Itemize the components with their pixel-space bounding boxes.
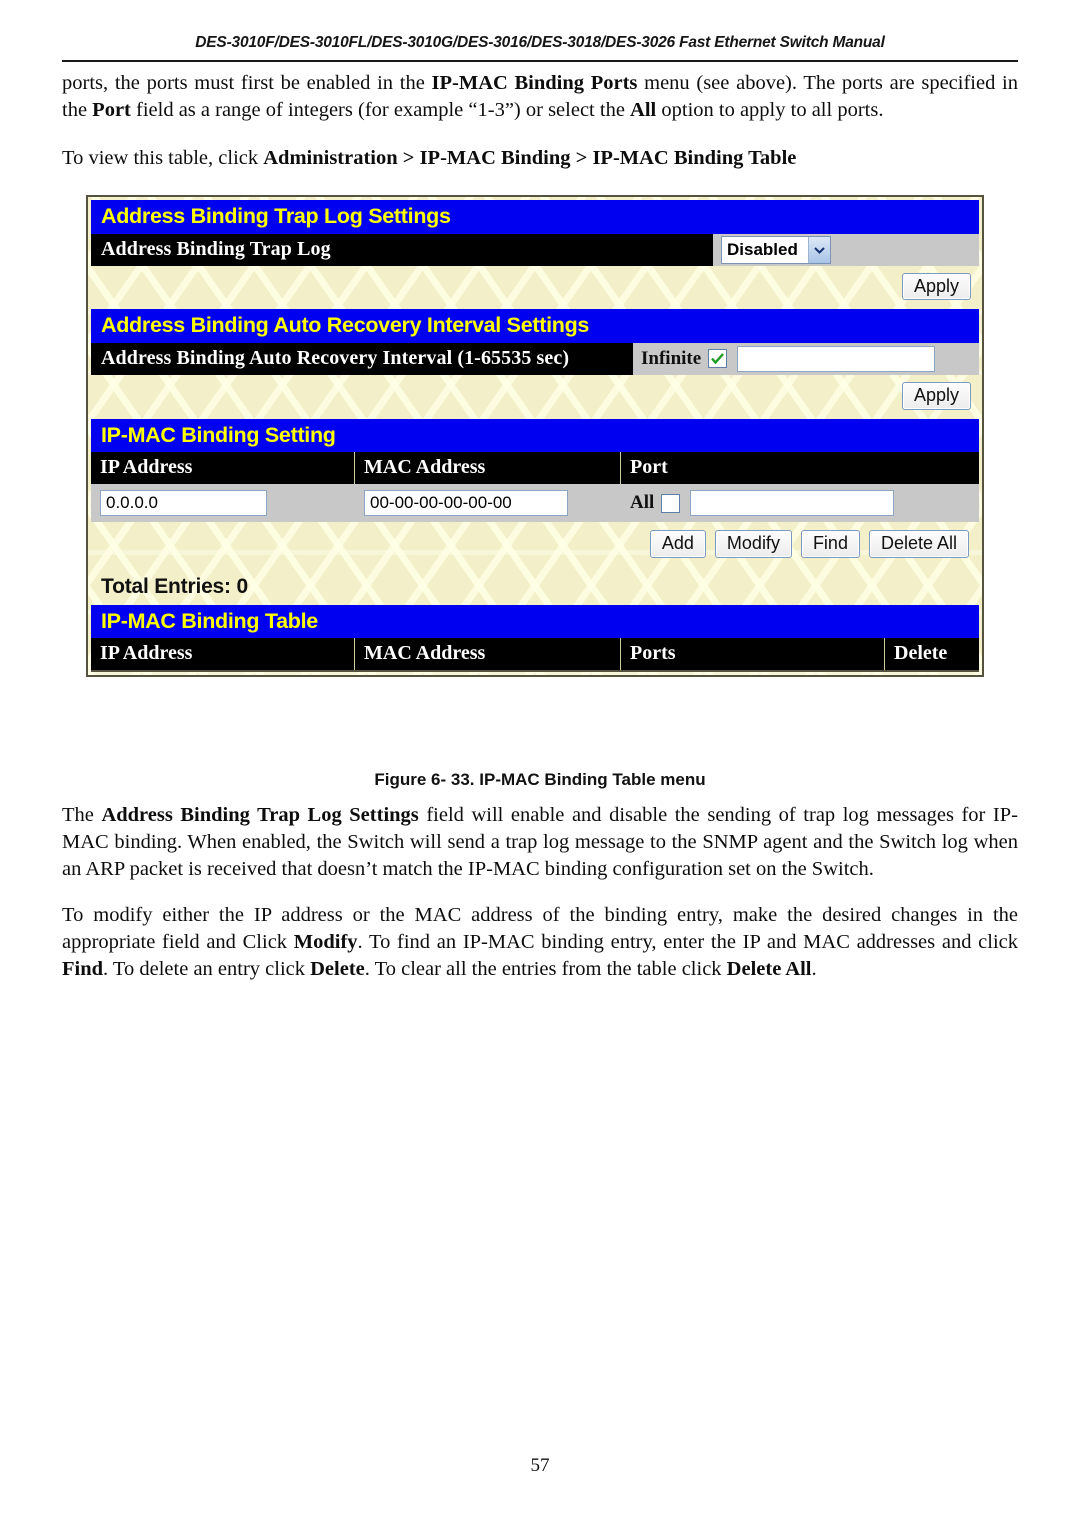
- table-column-header-mac-address: MAC Address: [355, 638, 621, 671]
- auto-recovery-control-strip: Infinite: [633, 342, 979, 375]
- binding-setting-button-row: Add Modify Find Delete All: [91, 522, 979, 567]
- auto-recovery-interval-row: Address Binding Auto Recovery Interval (…: [91, 342, 979, 375]
- modify-button[interactable]: Modify: [714, 530, 792, 558]
- address-binding-trap-log-label: Address Binding Trap Log: [101, 237, 331, 260]
- section-title-auto-recovery-interval-settings: Address Binding Auto Recovery Interval S…: [91, 309, 979, 343]
- column-header-mac-address: MAC Address: [355, 452, 621, 485]
- body-paragraph-1: The Address Binding Trap Log Settings fi…: [62, 804, 1018, 880]
- binding-table-column-headers: IP Address MAC Address Ports Delete: [91, 638, 979, 673]
- trap-log-select-value: Disabled: [727, 240, 798, 260]
- section-title-ip-mac-binding-setting: IP-MAC Binding Setting: [91, 418, 979, 453]
- port-all-checkbox[interactable]: [661, 493, 681, 513]
- table-column-header-ports: Ports: [621, 638, 885, 671]
- auto-recovery-interval-input[interactable]: [737, 345, 936, 372]
- column-header-ip-address: IP Address: [91, 452, 355, 485]
- total-entries-label: Total Entries: 0: [101, 574, 248, 598]
- ip-mac-binding-table-screenshot: Address Binding Trap Log Settings Addres…: [86, 195, 984, 678]
- port-all-checkbox-wrapper[interactable]: All: [630, 492, 681, 514]
- figure-caption: Figure 6- 33. IP-MAC Binding Table menu: [374, 770, 706, 789]
- section-title-address-binding-trap-log-settings: Address Binding Trap Log Settings: [91, 200, 979, 234]
- column-header-port: Port: [630, 456, 668, 479]
- chevron-down-icon[interactable]: [807, 236, 830, 263]
- page-running-header: DES-3010F/DES-3010FL/DES-3010G/DES-3016/…: [195, 34, 885, 51]
- trap-log-apply-strip: Apply: [91, 266, 979, 310]
- infinite-checkbox[interactable]: [708, 349, 728, 369]
- address-binding-trap-log-row: Address Binding Trap Log Disabled: [91, 233, 979, 266]
- port-cell: All: [621, 484, 979, 522]
- find-button[interactable]: Find: [800, 530, 860, 558]
- mac-address-input[interactable]: 00-00-00-00-00-00: [364, 490, 568, 517]
- page-number: 57: [530, 1455, 550, 1476]
- infinite-label: Infinite: [641, 347, 702, 369]
- ip-address-cell: 0.0.0.0: [91, 484, 355, 522]
- add-button[interactable]: Add: [649, 530, 706, 558]
- port-all-label: All: [630, 492, 655, 514]
- intro-paragraph-2: To view this table, click Administration…: [62, 147, 797, 169]
- delete-all-button[interactable]: Delete All: [868, 530, 969, 558]
- table-column-header-ip-address: IP Address: [91, 638, 355, 671]
- apply-button-auto-recovery[interactable]: Apply: [901, 381, 971, 410]
- header-divider: [62, 60, 1018, 62]
- trap-log-control-strip: Disabled: [713, 233, 979, 266]
- binding-setting-input-row: 0.0.0.0 00-00-00-00-00-00 All: [91, 484, 979, 523]
- table-column-header-delete: Delete: [894, 642, 948, 665]
- body-paragraph-2: To modify either the IP address or the M…: [62, 904, 1018, 980]
- binding-setting-column-headers: IP Address MAC Address Port: [91, 452, 979, 485]
- auto-recovery-apply-strip: Apply: [91, 375, 979, 419]
- infinite-checkbox-wrapper[interactable]: Infinite: [641, 347, 728, 370]
- ip-address-input[interactable]: 0.0.0.0: [100, 490, 267, 517]
- port-input[interactable]: [690, 490, 895, 517]
- apply-button-trap-log[interactable]: Apply: [901, 272, 971, 301]
- auto-recovery-interval-label: Address Binding Auto Recovery Interval (…: [101, 346, 570, 369]
- mac-address-cell: 00-00-00-00-00-00: [355, 484, 621, 522]
- intro-paragraph-1: ports, the ports must first be enabled i…: [62, 72, 1018, 121]
- address-binding-trap-log-select[interactable]: Disabled: [721, 235, 831, 264]
- section-title-ip-mac-binding-table: IP-MAC Binding Table: [91, 604, 979, 639]
